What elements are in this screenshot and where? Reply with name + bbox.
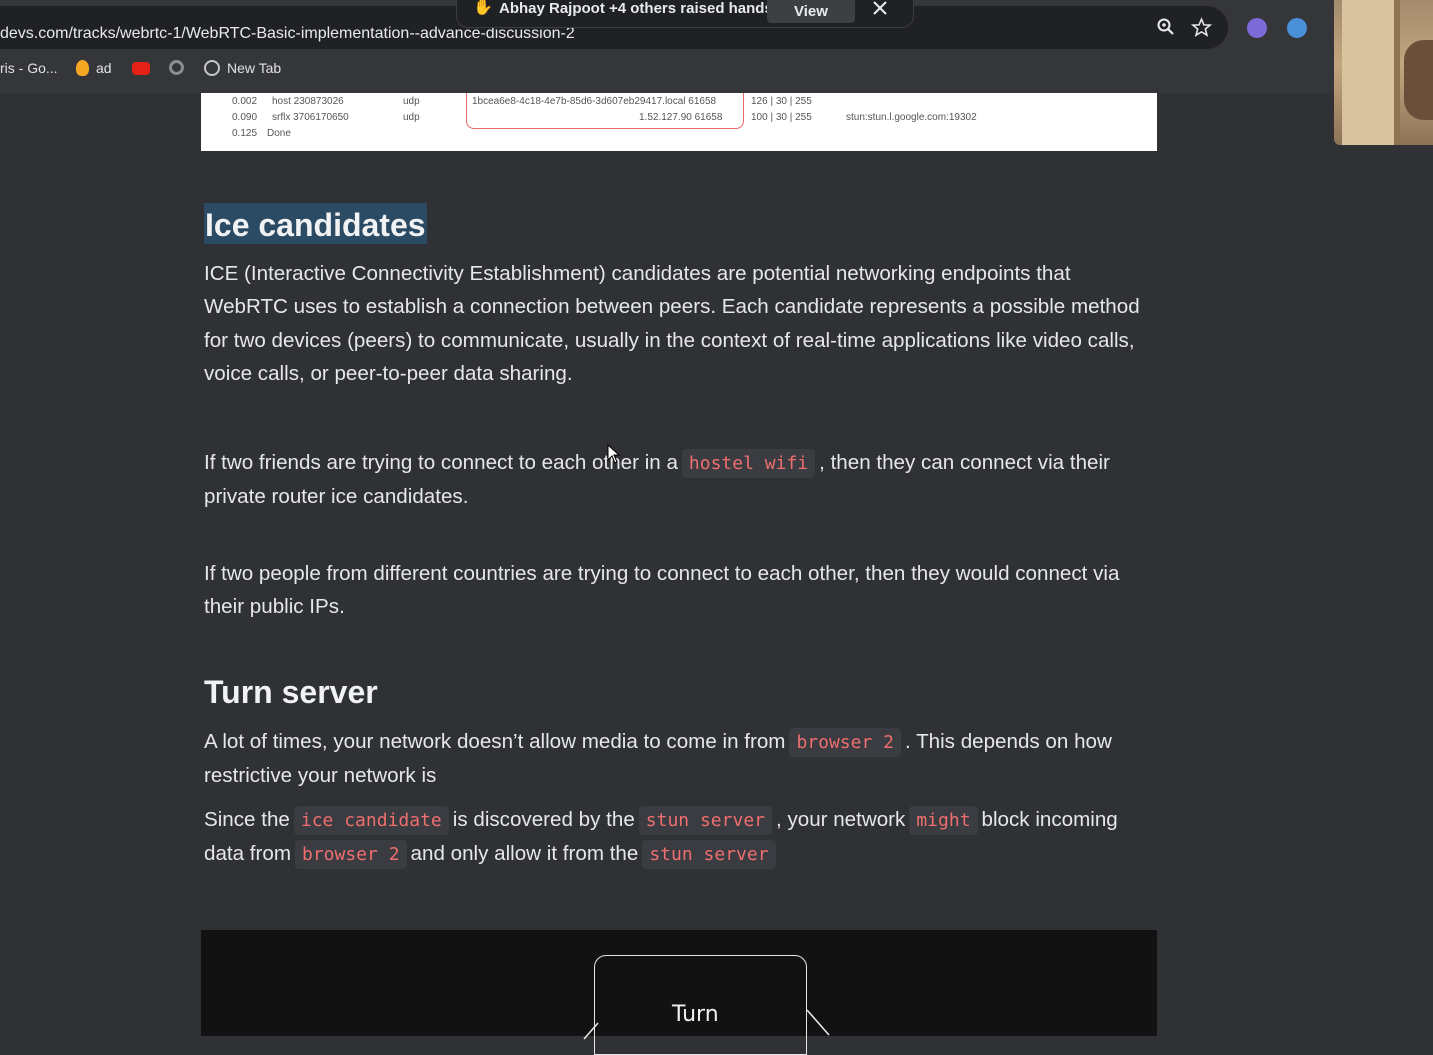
friends-paragraph: If two friends are trying to connect to … — [204, 449, 1110, 509]
turn-paragraph-2: Since the ice candidate is discovered by t… — [204, 803, 1144, 872]
turn-server-diagram: Turn — [201, 930, 1157, 1055]
extension-compass-icon[interactable] — [1287, 18, 1307, 38]
turn-label: Turn — [672, 1002, 719, 1027]
extension-icon[interactable] — [1247, 18, 1267, 38]
table-cell: 0.125 — [232, 128, 258, 139]
inline-code: stun server — [638, 806, 772, 835]
turn-paragraph-1: A lot of times, your network doesn’t all… — [204, 728, 1112, 788]
inline-code: hostel wifi — [681, 449, 816, 478]
inline-code: stun server — [642, 840, 776, 870]
notification-text: Abhay Rajpoot +4 others raised hands — [499, 0, 773, 17]
table-cell: srflx 3706170650 — [272, 112, 349, 123]
hand-icon: ✋ — [473, 0, 493, 16]
bookmarks-bar: ris - Go... ad New Tab — [0, 60, 1320, 80]
close-icon[interactable] — [873, 1, 887, 20]
globe-icon — [204, 60, 220, 76]
inline-code: might — [909, 806, 978, 835]
gear-icon[interactable] — [169, 60, 184, 75]
bookmark-item[interactable]: ad — [76, 60, 112, 76]
zoom-icon[interactable] — [1156, 17, 1176, 37]
bookmark-star-icon[interactable] — [1191, 17, 1212, 38]
inline-code: browser 2 — [295, 840, 407, 870]
table-cell: udp — [403, 112, 420, 123]
table-cell: host 230873026 — [272, 96, 344, 107]
countries-paragraph: If two people from different countries a… — [204, 562, 1120, 619]
ice-candidates-table-image: 0.002 host 230873026 udp 1bcea6e8-4c18-4… — [201, 93, 1157, 151]
bookmark-item[interactable]: ris - Go... — [0, 60, 58, 76]
youtube-icon[interactable] — [132, 60, 150, 75]
table-cell: udp — [403, 96, 420, 107]
table-cell: 0.002 — [232, 96, 258, 107]
turn-server-heading: Turn server — [204, 674, 378, 710]
table-cell: 1.52.127.90 61658 — [639, 112, 723, 123]
table-cell: 0.090 — [232, 112, 258, 123]
webcam-video — [1334, 0, 1433, 145]
ice-candidates-heading: Ice candidates — [204, 203, 427, 244]
connector-line — [806, 1009, 830, 1036]
flame-icon — [76, 60, 89, 76]
mouse-cursor-icon — [607, 443, 621, 469]
table-cell: 126 | 30 | 255 — [751, 96, 812, 107]
ice-paragraph: ICE (Interactive Connectivity Establishm… — [204, 262, 1140, 385]
raised-hands-notification: ✋ Abhay Rajpoot +4 others raised hands V… — [456, 0, 914, 28]
inline-code: ice candidate — [293, 806, 449, 835]
table-cell: 100 | 30 | 255 — [751, 112, 812, 123]
table-cell: 1bcea6e8-4c18-4e7b-85d6-3d607eb29417.loc… — [472, 96, 717, 107]
inline-code: browser 2 — [789, 728, 901, 757]
bookmark-new-tab[interactable]: New Tab — [204, 60, 281, 76]
table-cell: stun:stun.l.google.com:19302 — [846, 112, 977, 123]
view-button[interactable]: View — [767, 0, 855, 23]
connector-line — [583, 1022, 599, 1040]
table-cell: Done — [267, 128, 291, 139]
